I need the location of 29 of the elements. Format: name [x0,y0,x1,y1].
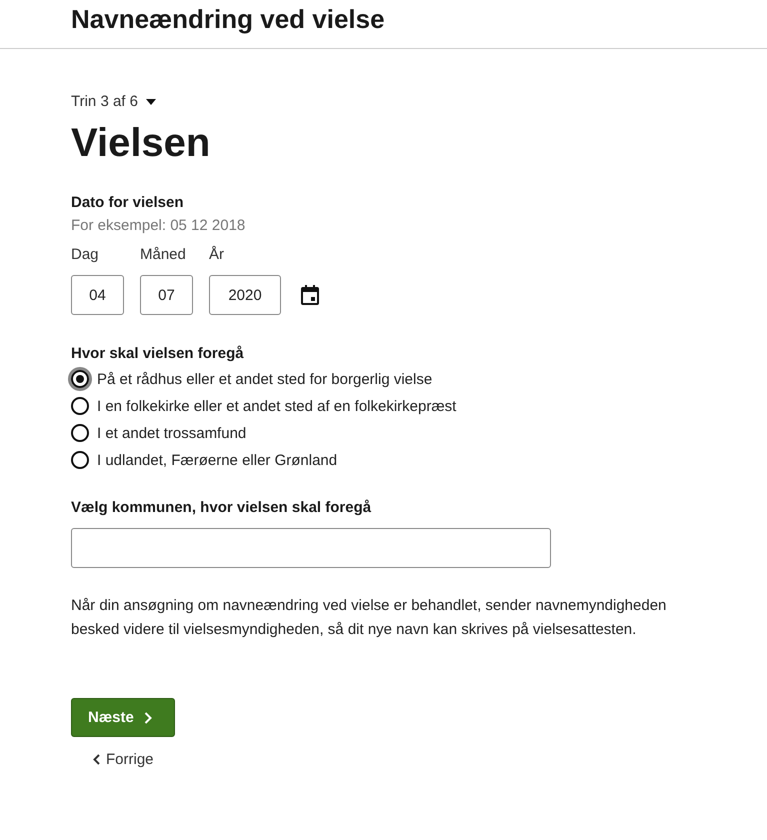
caret-icon [146,98,156,104]
next-button[interactable]: Næste [71,698,175,737]
date-part-label: Måned [140,246,187,263]
radio-button[interactable] [71,397,89,415]
date-hint: For eksempel: 05 12 2018 [71,217,246,234]
step-dropdown[interactable]: Trin 3 af 6 [71,93,156,110]
chevron-left-icon [93,754,100,765]
radio-option[interactable]: I et andet trossamfund [71,424,700,442]
chevron-right-icon [144,712,152,724]
radio-button[interactable] [71,370,89,388]
section-heading: Vielsen [71,120,212,167]
info-paragraph: Når din ansøgning om navneændring ved vielse er behandlet, sender navnemyndigheden besked videre til vielsesmyndigheden, så dit nye navn kan skrives på vielsesattesten. [71,596,668,640]
calendar-icon[interactable] [301,285,319,305]
radio-option[interactable]: I udlandet, Færøerne eller Grønland [71,451,700,469]
municipality-label: Vælg kommunen, hvor vielsen skal foregå [71,499,372,516]
date-input[interactable]: 07 [140,275,193,315]
municipality-field[interactable] [71,528,551,568]
place-label: Hvor skal vielsen foregå [71,345,245,362]
date-part-label: Dag [71,246,100,263]
date-input[interactable]: 04 [71,275,124,315]
radio-button[interactable] [71,424,89,442]
back-link[interactable]: Forrige [93,751,154,768]
radio-button[interactable] [71,451,89,469]
radio-option[interactable]: I en folkekirke eller et andet sted af en folkekirkepræst [71,397,700,415]
date-part-label: År [209,246,225,263]
radio-option[interactable]: På et rådhus eller et andet sted for borgerlig vielse [71,370,700,388]
date-input[interactable]: 2020 [209,275,281,315]
date-label: Dato for vielsen [71,194,185,211]
page-title: Navneændring ved vielse [71,3,386,36]
